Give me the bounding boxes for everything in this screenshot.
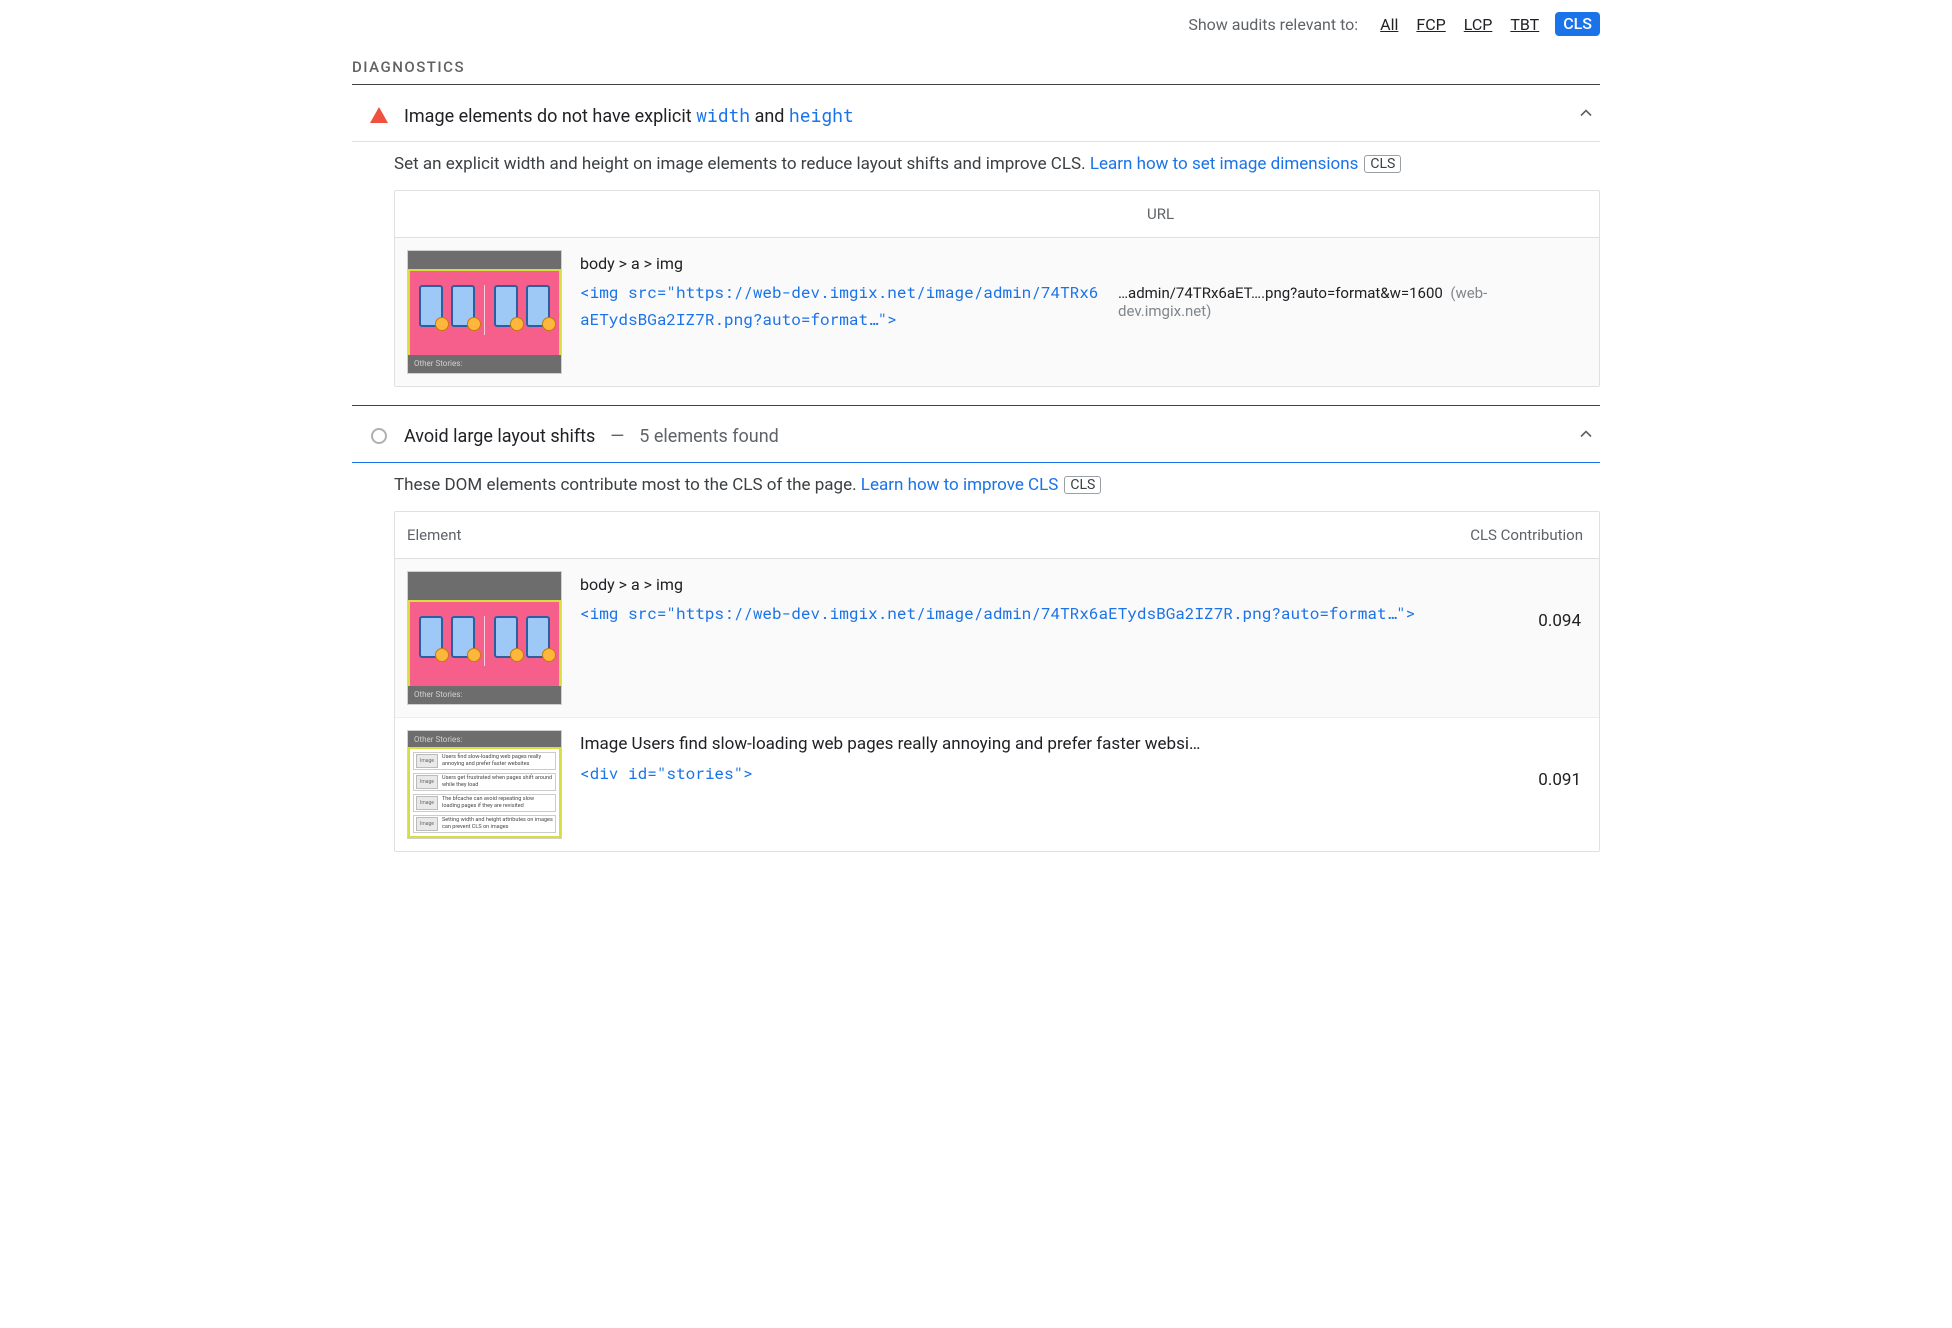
cls-badge: CLS [1064,476,1101,494]
filter-bar: Show audits relevant to: All FCP LCP TBT… [352,8,1600,46]
dom-code: <div id="stories"> [580,760,1449,787]
table-head: URL [395,191,1599,238]
phone-icon [419,616,443,658]
phone-icon [419,285,443,327]
divider [352,84,1600,85]
chevron-up-icon [1576,103,1596,127]
learn-link[interactable]: Learn how to improve CLS [861,475,1059,495]
element-text: Image Users find slow-loading web pages … [580,734,1449,754]
audit2-table: Element CLS Contribution Other Stor [394,511,1600,852]
cls-badge: CLS [1364,155,1401,173]
phone-icon [526,285,550,327]
divider [352,405,1600,406]
dom-code: <img src="https://web-dev.imgix.net/imag… [580,279,1100,333]
thumbnail: Other Stories: [407,250,562,374]
circle-info-icon [371,428,387,444]
dom-code: <img src="https://web-dev.imgix.net/imag… [580,600,1449,627]
learn-link[interactable]: Learn how to set image dimensions [1090,154,1359,174]
audit1-table: URL Other Stories: [394,190,1600,387]
phone-icon [526,616,550,658]
th-cls: CLS Contribution [995,512,1599,558]
chevron-up-icon [1576,424,1596,448]
phone-icon [494,616,518,658]
filter-label: Show audits relevant to: [1188,15,1358,34]
filter-cls-active[interactable]: CLS [1555,12,1600,36]
table-row: Other Stories: ImageUsers find slow-load… [395,718,1599,851]
phone-icon [494,285,518,327]
dom-selector: body > a > img [580,254,1100,273]
filter-all[interactable]: All [1378,13,1400,36]
audit-image-dimensions: Image elements do not have explicit widt… [352,85,1600,387]
audit-description: Set an explicit width and height on imag… [352,142,1600,190]
audit-description: These DOM elements contribute most to th… [352,463,1600,511]
phone-icon [451,285,475,327]
thumbnail: Other Stories: ImageUsers find slow-load… [407,730,562,839]
audit-layout-shifts: Avoid large layout shifts — 5 elements f… [352,406,1600,852]
filter-tbt[interactable]: TBT [1508,13,1541,36]
diagnostics-heading: DIAGNOSTICS [352,58,1600,76]
triangle-fail-icon [370,107,388,123]
cls-value: 0.094 [1467,571,1587,631]
url-cell: …admin/74TRx6aET….png?auto=format&w=1600… [1118,250,1558,320]
cls-value: 0.091 [1467,730,1587,790]
thumbnail: Other Stories: [407,571,562,705]
filter-lcp[interactable]: LCP [1462,13,1495,36]
audit-title: Avoid large layout shifts — 5 elements f… [404,426,1560,447]
audit-header[interactable]: Avoid large layout shifts — 5 elements f… [352,406,1600,462]
th-element: Element [395,512,995,558]
phone-icon [451,616,475,658]
dom-selector: body > a > img [580,575,1449,594]
audit-header[interactable]: Image elements do not have explicit widt… [352,85,1600,141]
th-url: URL [1135,191,1599,237]
audit-title: Image elements do not have explicit widt… [404,103,1560,127]
filter-fcp[interactable]: FCP [1414,13,1447,36]
table-row: Other Stories: body > a > img <img src="… [395,238,1599,386]
table-row: Other Stories: body > a > img <img src="… [395,559,1599,718]
table-head: Element CLS Contribution [395,512,1599,559]
